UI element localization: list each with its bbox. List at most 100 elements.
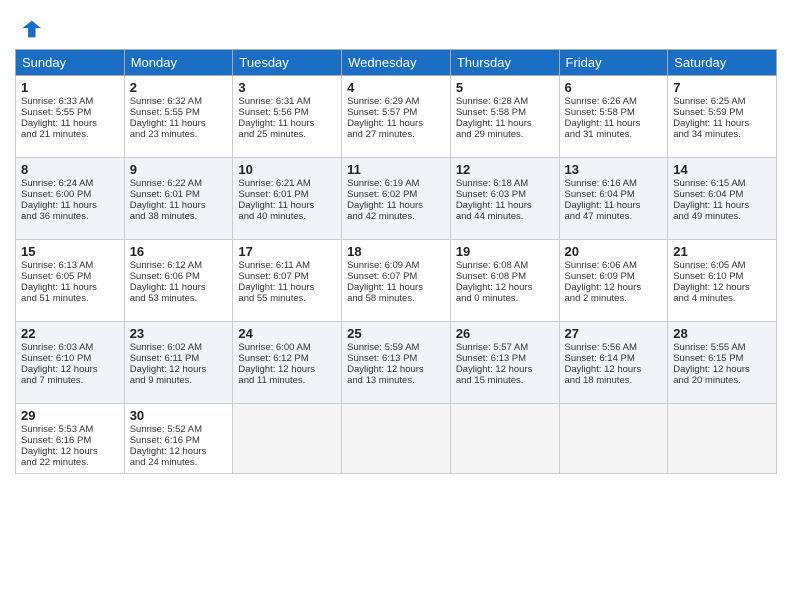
sunset-text: Sunset: 6:08 PM xyxy=(456,271,526,282)
week-row-5: 29Sunrise: 5:53 AMSunset: 6:16 PMDayligh… xyxy=(16,404,777,474)
calendar-cell: 8Sunrise: 6:24 AMSunset: 6:00 PMDaylight… xyxy=(16,158,125,240)
sunset-text: Sunset: 6:03 PM xyxy=(456,189,526,200)
sunset-text: Sunset: 5:55 PM xyxy=(21,107,91,118)
sunrise-text: Sunrise: 6:19 AM xyxy=(347,178,419,189)
day-number: 26 xyxy=(456,326,554,341)
day-number: 21 xyxy=(673,244,771,259)
daylight-minutes: and 38 minutes. xyxy=(130,211,198,222)
daylight-minutes: and 36 minutes. xyxy=(21,211,89,222)
calendar-cell xyxy=(233,404,342,474)
sunrise-text: Sunrise: 6:16 AM xyxy=(565,178,637,189)
sunrise-text: Sunrise: 6:18 AM xyxy=(456,178,528,189)
calendar-cell: 6Sunrise: 6:26 AMSunset: 5:58 PMDaylight… xyxy=(559,76,668,158)
sunrise-text: Sunrise: 6:24 AM xyxy=(21,178,93,189)
calendar-cell: 15Sunrise: 6:13 AMSunset: 6:05 PMDayligh… xyxy=(16,240,125,322)
daylight-minutes: and 58 minutes. xyxy=(347,293,415,304)
daylight-text: Daylight: 11 hours xyxy=(21,200,97,211)
sunset-text: Sunset: 6:16 PM xyxy=(21,435,91,446)
calendar-cell: 18Sunrise: 6:09 AMSunset: 6:07 PMDayligh… xyxy=(342,240,451,322)
sunset-text: Sunset: 6:04 PM xyxy=(565,189,635,200)
sunset-text: Sunset: 6:11 PM xyxy=(130,353,200,364)
sunrise-text: Sunrise: 6:09 AM xyxy=(347,260,419,271)
daylight-text: Daylight: 12 hours xyxy=(673,364,750,375)
sunset-text: Sunset: 6:15 PM xyxy=(673,353,743,364)
calendar-cell: 26Sunrise: 5:57 AMSunset: 6:13 PMDayligh… xyxy=(450,322,559,404)
calendar-cell xyxy=(450,404,559,474)
sunset-text: Sunset: 5:56 PM xyxy=(238,107,308,118)
calendar-cell: 1Sunrise: 6:33 AMSunset: 5:55 PMDaylight… xyxy=(16,76,125,158)
sunrise-text: Sunrise: 6:33 AM xyxy=(21,96,93,107)
day-number: 18 xyxy=(347,244,445,259)
daylight-text: Daylight: 11 hours xyxy=(673,200,749,211)
sunset-text: Sunset: 5:58 PM xyxy=(565,107,635,118)
sunrise-text: Sunrise: 6:06 AM xyxy=(565,260,637,271)
daylight-text: Daylight: 12 hours xyxy=(456,282,533,293)
day-number: 15 xyxy=(21,244,119,259)
sunset-text: Sunset: 5:55 PM xyxy=(130,107,200,118)
sunset-text: Sunset: 6:10 PM xyxy=(673,271,743,282)
week-row-4: 22Sunrise: 6:03 AMSunset: 6:10 PMDayligh… xyxy=(16,322,777,404)
daylight-text: Daylight: 11 hours xyxy=(130,200,206,211)
calendar-page: SundayMondayTuesdayWednesdayThursdayFrid… xyxy=(0,0,792,612)
daylight-minutes: and 44 minutes. xyxy=(456,211,524,222)
day-number: 25 xyxy=(347,326,445,341)
daylight-minutes: and 34 minutes. xyxy=(673,129,741,140)
calendar-cell: 11Sunrise: 6:19 AMSunset: 6:02 PMDayligh… xyxy=(342,158,451,240)
daylight-minutes: and 29 minutes. xyxy=(456,129,524,140)
calendar-cell: 23Sunrise: 6:02 AMSunset: 6:11 PMDayligh… xyxy=(124,322,233,404)
daylight-text: Daylight: 11 hours xyxy=(456,118,532,129)
sunset-text: Sunset: 5:59 PM xyxy=(673,107,743,118)
col-header-thursday: Thursday xyxy=(450,50,559,76)
day-number: 16 xyxy=(130,244,228,259)
daylight-text: Daylight: 12 hours xyxy=(21,364,98,375)
daylight-text: Daylight: 12 hours xyxy=(565,364,642,375)
daylight-text: Daylight: 11 hours xyxy=(21,118,97,129)
daylight-text: Daylight: 12 hours xyxy=(565,282,642,293)
sunrise-text: Sunrise: 6:32 AM xyxy=(130,96,202,107)
daylight-text: Daylight: 12 hours xyxy=(456,364,533,375)
day-number: 3 xyxy=(238,80,336,95)
daylight-text: Daylight: 12 hours xyxy=(21,446,98,457)
daylight-text: Daylight: 11 hours xyxy=(347,200,423,211)
sunrise-text: Sunrise: 5:55 AM xyxy=(673,342,745,353)
sunset-text: Sunset: 5:58 PM xyxy=(456,107,526,118)
sunset-text: Sunset: 6:10 PM xyxy=(21,353,91,364)
daylight-text: Daylight: 11 hours xyxy=(347,282,423,293)
sunset-text: Sunset: 6:00 PM xyxy=(21,189,91,200)
week-row-1: 1Sunrise: 6:33 AMSunset: 5:55 PMDaylight… xyxy=(16,76,777,158)
day-number: 24 xyxy=(238,326,336,341)
sunset-text: Sunset: 6:06 PM xyxy=(130,271,200,282)
daylight-minutes: and 23 minutes. xyxy=(130,129,198,140)
sunrise-text: Sunrise: 6:12 AM xyxy=(130,260,202,271)
day-number: 29 xyxy=(21,408,119,423)
day-number: 19 xyxy=(456,244,554,259)
daylight-minutes: and 55 minutes. xyxy=(238,293,306,304)
sunset-text: Sunset: 5:57 PM xyxy=(347,107,417,118)
day-number: 22 xyxy=(21,326,119,341)
calendar-cell xyxy=(342,404,451,474)
calendar-cell: 10Sunrise: 6:21 AMSunset: 6:01 PMDayligh… xyxy=(233,158,342,240)
daylight-minutes: and 24 minutes. xyxy=(130,457,198,468)
sunrise-text: Sunrise: 6:21 AM xyxy=(238,178,310,189)
calendar-cell: 27Sunrise: 5:56 AMSunset: 6:14 PMDayligh… xyxy=(559,322,668,404)
sunset-text: Sunset: 6:13 PM xyxy=(456,353,526,364)
daylight-minutes: and 0 minutes. xyxy=(456,293,518,304)
daylight-text: Daylight: 11 hours xyxy=(21,282,97,293)
day-number: 7 xyxy=(673,80,771,95)
daylight-minutes: and 49 minutes. xyxy=(673,211,741,222)
logo-icon xyxy=(15,15,43,43)
day-number: 4 xyxy=(347,80,445,95)
col-header-wednesday: Wednesday xyxy=(342,50,451,76)
calendar-cell: 14Sunrise: 6:15 AMSunset: 6:04 PMDayligh… xyxy=(668,158,777,240)
daylight-text: Daylight: 11 hours xyxy=(238,118,314,129)
daylight-minutes: and 22 minutes. xyxy=(21,457,89,468)
daylight-minutes: and 40 minutes. xyxy=(238,211,306,222)
day-number: 8 xyxy=(21,162,119,177)
week-row-3: 15Sunrise: 6:13 AMSunset: 6:05 PMDayligh… xyxy=(16,240,777,322)
calendar-cell: 13Sunrise: 6:16 AMSunset: 6:04 PMDayligh… xyxy=(559,158,668,240)
calendar-cell: 24Sunrise: 6:00 AMSunset: 6:12 PMDayligh… xyxy=(233,322,342,404)
day-number: 11 xyxy=(347,162,445,177)
sunrise-text: Sunrise: 6:11 AM xyxy=(238,260,310,271)
calendar-cell: 3Sunrise: 6:31 AMSunset: 5:56 PMDaylight… xyxy=(233,76,342,158)
calendar-cell: 25Sunrise: 5:59 AMSunset: 6:13 PMDayligh… xyxy=(342,322,451,404)
